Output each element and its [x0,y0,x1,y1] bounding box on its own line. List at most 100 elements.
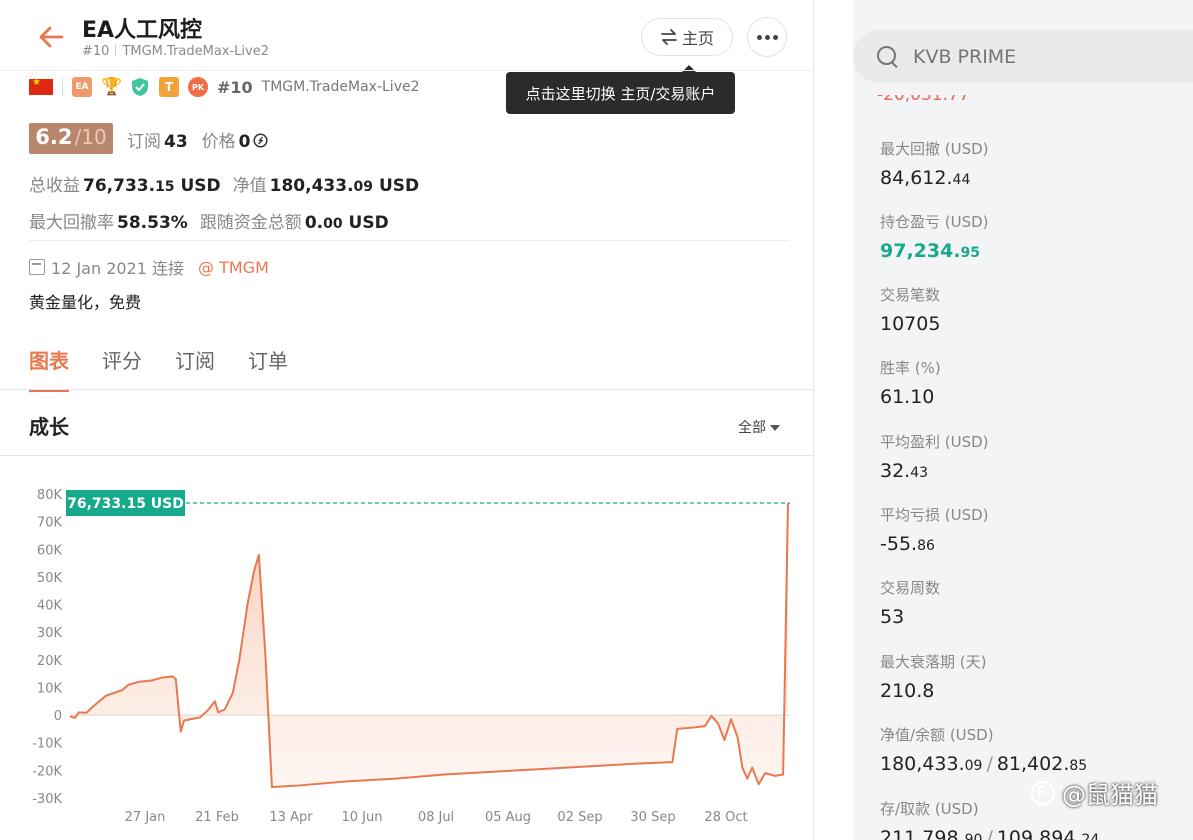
ea-badge-icon[interactable]: EA [72,77,92,97]
t-badge-icon[interactable]: T [159,77,179,97]
page-title: EA人工风控 [82,18,203,43]
y-tick-label: 10K [37,681,63,696]
growth-area [70,503,788,787]
chart-section-title: 成长 [29,415,69,439]
stat-label: 最大回撤 (USD) [880,140,989,158]
y-tick-label: 50K [37,571,63,586]
strategy-description: 黄金量化，免费 [29,293,142,312]
broker-link[interactable]: @ TMGM [198,258,269,277]
growth-chart[interactable]: 80K 70K 60K 50K 40K 30K 20K 10K 0 -10K -20K -30K 76,… [0,480,814,840]
subscription-label: 订阅 [127,132,161,152]
stat-value: 180,433.09/81,402.85 [880,753,1088,775]
score-denominator: /10 [74,125,107,149]
price-value: 0 [238,132,251,152]
watermark-logo-icon [1030,780,1056,805]
subscription-count: 43 [164,132,188,152]
x-tick-label: 30 Sep [630,810,675,825]
china-flag-icon [29,77,53,95]
connection-date: 12 Jan 2021 连接 [51,259,185,278]
stat-item: 平均亏损 (USD) -55.86 [880,504,989,555]
stat-item: 交易周数 53 [880,577,940,628]
drawdown-line: 最大回撤率 58.53% 跟随资金总额 0.00 USD [29,208,389,233]
shield-check-icon[interactable] [130,77,150,97]
stat-label: 最大衰落期 (天) [880,653,987,671]
stat-value: -55.86 [880,533,935,555]
stats-sidebar [853,0,1193,840]
x-tick-label: 02 Sep [557,810,602,825]
strategy-panel: EA人工风控 #10 TMGM.TradeMax-Live2 主页 点击这里切换 … [0,0,814,840]
back-arrow-icon[interactable] [36,22,66,52]
watermark-text: @鼠猫猫 [1062,781,1158,809]
equity-label: 净值 [232,176,267,196]
divider [0,70,814,71]
y-tick-label: 0 [54,709,62,724]
stat-item: 最大衰落期 (天) 210.8 [880,651,986,702]
more-dots-icon [756,34,762,40]
stat-label: 交易笔数 [880,286,941,304]
stat-item: 平均盈利 (USD) 32.43 [880,431,989,482]
subscription-info: 订阅 43 价格 0 [127,127,268,152]
y-tick-label: -20K [32,764,62,779]
follow-funds-value: 0.00 USD [304,213,389,233]
stat-label: 净值/余额 (USD) [880,726,994,744]
stat-label: 持仓盈亏 (USD) [880,213,989,231]
tab-orders[interactable]: 订单 [248,345,288,390]
stat-value: 97,234.95 [880,240,981,262]
divider [29,240,789,241]
watermark: @鼠猫猫 [1030,775,1158,810]
tab-chart[interactable]: 图表 [29,345,69,392]
home-switch-button[interactable]: 主页 [641,18,733,56]
current-value-label: 76,733.15 USD [67,496,184,512]
connection-info: 12 Jan 2021 连接 @ TMGM [29,255,269,279]
y-tick-label: 30K [37,626,63,641]
stat-item: 胜率 (%) 61.10 [880,357,941,408]
y-tick-label: -10K [32,737,62,752]
stat-value: 84,612.44 [880,167,971,189]
y-tick-label: 40K [37,599,63,614]
x-tick-label: 05 Aug [485,810,531,825]
stat-value: 210.8 [880,680,935,702]
stat-value: 61.10 [880,386,935,408]
total-profit-label: 总收益 [29,176,80,196]
price-label: 价格 [201,132,236,152]
cut-off-value: -20,031.77 [877,95,970,105]
tab-rating[interactable]: 评分 [102,345,142,390]
trophy-icon[interactable]: 🏆 [101,77,122,97]
swap-icon [661,29,677,45]
y-tick-label: 70K [37,516,63,531]
switch-tooltip: 点击这里切换 主页/交易账户 [506,65,735,114]
stat-label: 交易周数 [880,579,941,597]
divider [0,389,814,390]
x-tick-label: 13 Apr [269,810,313,825]
total-profit-value: 76,733.15 USD [83,176,221,196]
divider [0,455,814,456]
x-tick-label: 28 Oct [704,810,747,825]
home-button-label: 主页 [681,29,714,48]
stat-item: 持仓盈亏 (USD) 97,234.95 [880,211,989,262]
y-tick-label: 80K [37,488,63,503]
stat-item: 最大回撤 (USD) 84,612.44 [880,138,989,189]
stat-label: 平均亏损 (USD) [880,506,989,524]
x-tick-label: 21 Feb [195,810,239,825]
more-options-button[interactable] [747,17,787,57]
search-input[interactable] [913,45,1173,68]
stat-value: 211,798.90/109,894.24 [880,827,1100,840]
tab-subscribe[interactable]: 订阅 [175,345,215,390]
profit-line: 总收益 76,733.15 USD 净值 180,433.09 USD [29,171,419,196]
x-tick-label: 08 Jul [418,810,454,825]
pk-fire-icon[interactable]: PK [188,77,208,97]
search-bar[interactable] [853,30,1193,83]
max-drawdown-label: 最大回撤率 [29,213,114,233]
account-text: TMGM.TradeMax-Live2 [122,44,269,59]
badge-row: EA 🏆 T PK #10 TMGM.TradeMax-Live2 [29,76,420,98]
stat-label: 胜率 (%) [880,359,941,377]
stat-label: 平均盈利 (USD) [880,433,989,451]
max-drawdown-value: 58.53% [117,213,188,233]
search-icon [877,45,899,68]
stat-value: 32.43 [880,460,929,482]
y-tick-label: 20K [37,654,63,669]
range-dropdown[interactable]: 全部 [738,417,780,437]
x-tick-label: 10 Jun [342,810,383,825]
rank-text: #10 [82,44,110,59]
stat-item: 交易笔数 10705 [880,284,940,335]
